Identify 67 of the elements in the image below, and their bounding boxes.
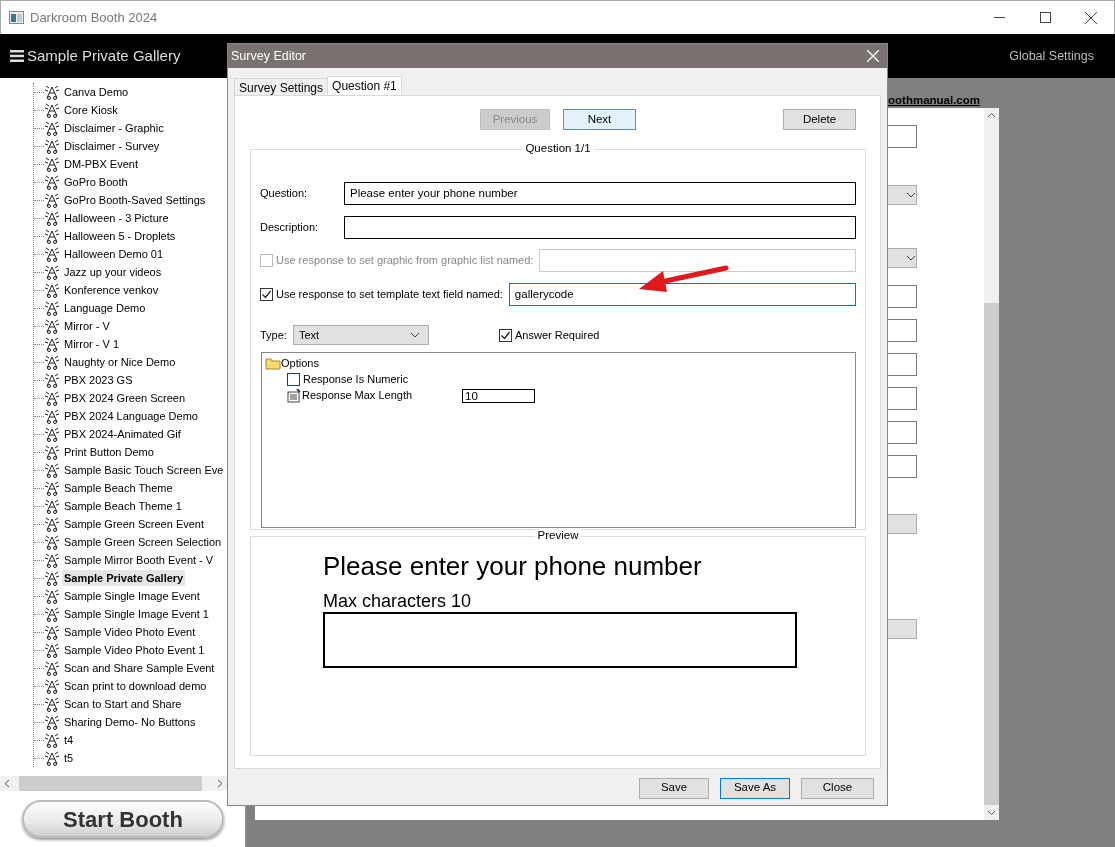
option-label: Response Max Length [302,388,414,404]
tree-item[interactable]: Print Button Demo [62,443,156,461]
footer-button[interactable]: Close [801,777,874,799]
question-field[interactable]: Please enter your phone number [344,182,856,205]
tree-item[interactable]: Halloween - 3 Picture [62,209,171,227]
tree-label: Options [281,356,319,371]
tree-item[interactable]: PBX 2024 Language Demo [62,407,200,425]
tree-item[interactable]: Sample Green Screen Event [62,515,207,533]
tree-item[interactable]: Canva Demo [62,83,131,101]
tree-item[interactable]: Sample Video Photo Event [62,623,198,641]
tree-item[interactable]: Jazz up your videos [62,263,164,281]
tree-item[interactable]: Halloween Demo 01 [62,245,166,263]
tree-item[interactable]: Sample Beach Theme [62,479,175,497]
tree-item[interactable]: Mirror - V [62,317,112,335]
tree-item[interactable]: GoPro Booth [62,173,130,191]
tree-item[interactable]: PBX 2024-Animated Gif [62,425,183,443]
tab[interactable]: Survey Settings [234,78,329,95]
tree-item[interactable]: Scan and Share Sample Event [62,659,217,677]
tree-item[interactable]: Sample Mirror Booth Event - V [62,551,216,569]
tree-item[interactable]: Sample Video Photo Event 1 [62,641,207,659]
window-title: Darkroom Booth 2024 [30,8,158,27]
tree-item[interactable]: DM-PBX Event [62,155,140,173]
tree-item[interactable]: PBX 2023 GS [62,371,135,389]
preview-hint: Max characters 10 [323,590,473,612]
tree-item[interactable]: Sample Private Gallery [62,569,186,587]
checkbox-label: Answer Required [515,327,600,343]
global-settings-link[interactable]: Global Settings [1009,46,1094,66]
tree-item[interactable]: Sample Green Screen Selection [62,533,224,551]
tree-item[interactable]: Core Kiosk [62,101,120,119]
tree-item[interactable]: Scan print to download demo [62,677,209,695]
tree-item[interactable]: Disclaimer - Graphic [62,119,166,137]
manual-link[interactable]: oothmanual.com [888,92,1115,108]
template-field-name[interactable]: gallerycode [508,283,856,306]
tree-item[interactable]: Scan to Start and Share [62,695,184,713]
max-length-field[interactable]: 10 [462,388,535,403]
tree-item[interactable]: Disclaimer - Survey [62,137,162,155]
footer-button[interactable]: Save As [720,777,790,799]
next-button[interactable]: Next [563,109,636,130]
tree-item[interactable]: Sample Single Image Event [62,587,202,605]
type-label: Type: [260,327,288,343]
checkbox-label: Use response to set template text field named: [276,287,503,303]
option-label: Response Is Numeric [303,372,409,388]
tree-item[interactable]: Sample Beach Theme 1 [62,497,184,515]
tree-item[interactable]: Language Demo [62,299,148,317]
checkbox-label: Use response to set graphic from graphic list named: [276,253,534,269]
start-booth-button[interactable]: Start Booth [22,800,224,838]
field-label: Description: [260,220,320,236]
tree-item[interactable]: Naughty or Nice Demo [62,353,178,371]
footer-button[interactable]: Save [639,777,709,799]
page-title: Sample Private Gallery [27,45,181,66]
tree-item[interactable]: Konference venkov [62,281,161,299]
tree-item[interactable]: Mirror - V 1 [62,335,121,353]
tree-item[interactable]: Halloween 5 - Droplets [62,227,178,245]
tab[interactable]: Question #1 [327,76,402,95]
tree-item[interactable]: GoPro Booth-Saved Settings [62,191,208,209]
group-title: Preview [534,528,582,542]
field-label: Question: [260,186,309,202]
preview-question: Please enter your phone number [323,550,703,582]
tree-item[interactable]: t5 [62,749,76,767]
tree-item[interactable]: t4 [62,731,76,749]
tree-item[interactable]: PBX 2024 Green Screen [62,389,188,407]
type-dropdown[interactable]: Text [293,325,429,345]
dialog-title: Survey Editor [231,47,307,65]
tree-item[interactable]: Sharing Demo- No Buttons [62,713,198,731]
delete-button[interactable]: Delete [783,109,856,130]
tree-item[interactable]: Sample Basic Touch Screen Eve [62,461,226,479]
tree-item[interactable]: Sample Single Image Event 1 [62,605,211,623]
